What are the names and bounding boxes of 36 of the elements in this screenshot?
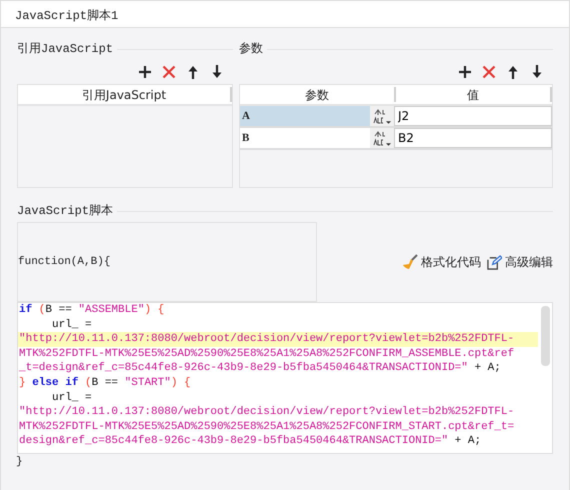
code-line: url_ = bbox=[51, 390, 93, 406]
caret-icon bbox=[386, 121, 391, 124]
column-header[interactable]: 值 bbox=[396, 87, 552, 102]
section-title: 参数 bbox=[239, 41, 263, 58]
scrollbar-thumb[interactable] bbox=[541, 306, 550, 366]
type-dropdown[interactable] bbox=[370, 128, 394, 148]
code-line: MTK%252FDTFL-MTK%25E5%25AD%2590%25E8%25A1%25A8%252FCONFIRM_ASSEMBLE.cpt&ref bbox=[18, 346, 516, 362]
advanced-edit-button[interactable]: 高级编辑 bbox=[487, 253, 553, 271]
plus-button[interactable] bbox=[457, 64, 473, 80]
closing-brace: } bbox=[16, 455, 24, 470]
code-line: design&ref_c=85c44fe8-926c-43b9-8e29-b5fba5450464&TRANSACTIONID=" + A; bbox=[18, 434, 482, 449]
param-name-cell[interactable]: B bbox=[240, 128, 370, 148]
param-name-cell[interactable]: A bbox=[240, 106, 370, 126]
delete-button[interactable] bbox=[161, 64, 177, 80]
delete-button[interactable] bbox=[481, 64, 497, 80]
caret-icon bbox=[386, 143, 391, 146]
code-line: } else if (B == "START") { bbox=[18, 376, 192, 391]
code-line: if (B == "ASSEMBLE") { bbox=[18, 303, 166, 318]
edit-icon bbox=[487, 254, 502, 270]
text-type-icon bbox=[373, 108, 385, 124]
format-code-button[interactable]: 格式化代码 bbox=[402, 253, 481, 271]
section-title: 引用JavaScript bbox=[17, 41, 114, 58]
plus-button[interactable] bbox=[137, 64, 153, 80]
function-signature: function(A,B){ bbox=[18, 254, 110, 270]
code-line: url_ = bbox=[51, 318, 93, 332]
section-title: JavaScript脚本 bbox=[17, 203, 114, 220]
code-line: "http://10.11.0.137:8080/webroot/decision/view/report?viewlet=b2b%252FDTFL- bbox=[18, 405, 516, 420]
window-title: JavaScript脚本1 bbox=[0, 0, 570, 28]
value-field[interactable]: B2 bbox=[394, 128, 552, 148]
text-type-icon bbox=[373, 130, 385, 146]
code-editor[interactable] bbox=[17, 302, 553, 454]
type-dropdown[interactable] bbox=[370, 106, 394, 126]
code-line: _t=design&ref_c=85c44fe8-926c-43b9-8e29-b5fba5450464&TRANSACTIONID=" + A; bbox=[18, 361, 502, 376]
column-header[interactable]: 参数 bbox=[240, 87, 396, 102]
brush-icon bbox=[402, 254, 418, 270]
code-line: MTK%252FDTFL-MTK%25E5%25AD%2590%25E8%25A1%25A8%252FCONFIRM_START.cpt&ref_t= bbox=[18, 420, 516, 434]
